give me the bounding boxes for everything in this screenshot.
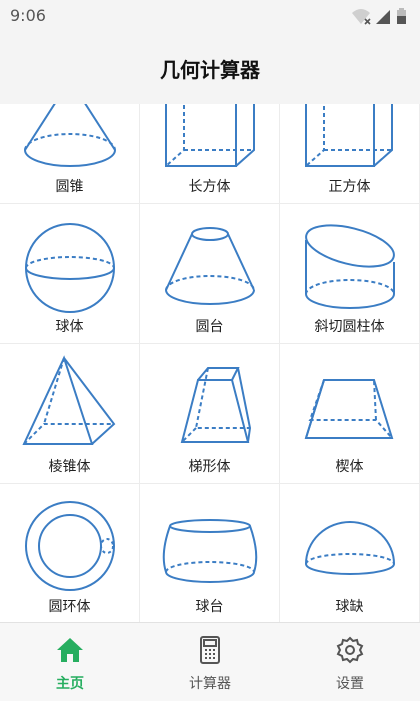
shape-label: 长方体 (188, 179, 231, 195)
shape-card-spherical-cap[interactable]: 球缺 (280, 484, 420, 622)
shape-label: 圆台 (195, 319, 224, 335)
battery-icon (397, 8, 406, 24)
nav-home[interactable]: 主页 (0, 623, 140, 701)
page-title: 几何计算器 (160, 58, 260, 82)
shape-label: 球体 (55, 319, 84, 335)
shape-card-spherical-segment[interactable]: 球台 (140, 484, 280, 622)
shape-label: 棱锥体 (48, 459, 91, 475)
bottom-nav: 主页 计算器 设置 (0, 622, 420, 701)
shape-label: 楔体 (335, 459, 364, 475)
shape-card-cone[interactable]: 圆锥 (0, 104, 140, 204)
app-bar: 几何计算器 (0, 32, 420, 105)
shape-label: 圆环体 (48, 599, 91, 615)
wifi-icon (352, 9, 371, 25)
shape-label: 正方体 (328, 179, 371, 195)
shape-label: 圆锥 (55, 179, 84, 195)
shape-card-frustum[interactable]: 圆台 (140, 204, 280, 344)
shape-label: 球台 (195, 599, 224, 615)
status-bar: 9:06 (0, 0, 420, 32)
shape-card-trapezoid-prism[interactable]: 梯形体 (140, 344, 280, 484)
shape-card-pyramid[interactable]: 棱锥体 (0, 344, 140, 484)
shape-card-torus[interactable]: 圆环体 (0, 484, 140, 622)
status-time: 9:06 (10, 6, 46, 25)
home-icon (57, 638, 83, 662)
calculator-icon (200, 636, 220, 664)
shape-card-cuboid[interactable]: 长方体 (140, 104, 280, 204)
shape-grid[interactable]: 圆锥 长方体 正方体 球体 圆台 斜切圆柱体 棱锥体 梯形体 楔体 圆环体 球台… (0, 104, 420, 622)
shape-card-cube[interactable]: 正方体 (280, 104, 420, 204)
shape-card-wedge[interactable]: 楔体 (280, 344, 420, 484)
nav-label: 计算器 (189, 676, 231, 692)
nav-calculator[interactable]: 计算器 (140, 623, 280, 701)
shape-card-oblique-cylinder[interactable]: 斜切圆柱体 (280, 204, 420, 344)
shape-card-sphere[interactable]: 球体 (0, 204, 140, 344)
nav-settings[interactable]: 设置 (280, 623, 420, 701)
shape-label: 球缺 (335, 599, 364, 615)
settings-icon (336, 636, 364, 664)
status-icons (352, 8, 406, 25)
nav-label: 设置 (336, 676, 364, 692)
shape-label: 梯形体 (188, 459, 231, 475)
nav-label: 主页 (56, 676, 84, 692)
shape-label: 斜切圆柱体 (314, 319, 385, 335)
signal-icon (376, 10, 390, 24)
